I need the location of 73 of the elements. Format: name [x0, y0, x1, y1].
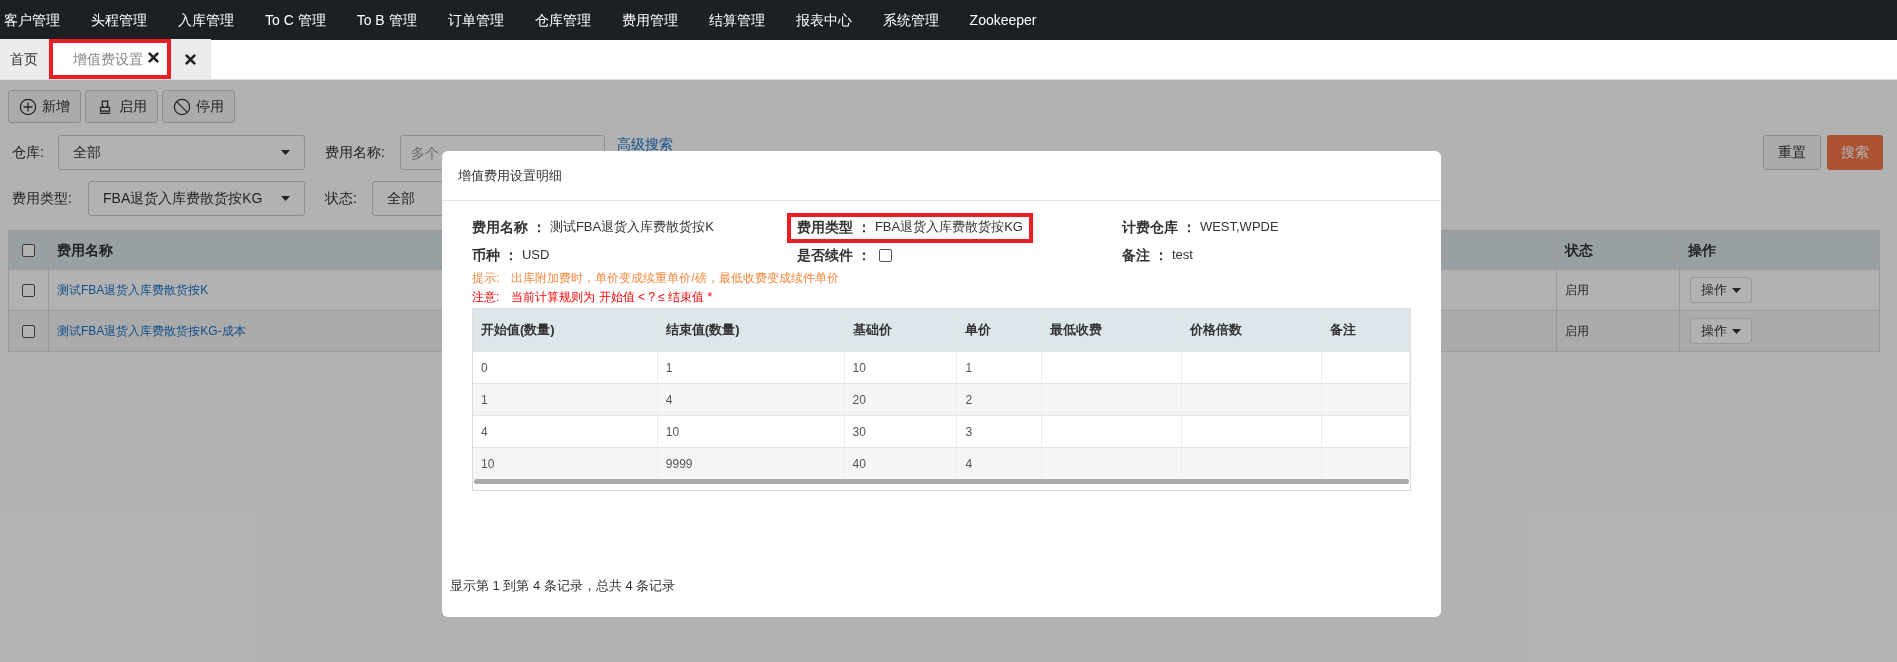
tab[interactable]: [171, 39, 211, 79]
close-icon[interactable]: [185, 53, 196, 65]
field-label: 备注 ：: [1122, 245, 1168, 265]
checkbox[interactable]: [878, 248, 892, 262]
table-cell-text: 1: [965, 359, 973, 377]
table-cell-text: 1: [665, 359, 673, 377]
checkbox[interactable]: [22, 283, 35, 297]
table-cell-text: 2: [965, 391, 973, 409]
tab[interactable]: 增值费设置: [49, 39, 171, 79]
checkbox[interactable]: [22, 324, 35, 338]
advanced-search-link[interactable]: 高级搜索: [617, 134, 673, 155]
filter-label: 仓库:: [11, 143, 45, 162]
nav-item[interactable]: 系统管理: [882, 9, 939, 31]
warehouse-select[interactable]: 全部: [58, 135, 305, 170]
toolbar-button[interactable]: 停用: [162, 90, 235, 123]
table-cell-text: 30: [852, 423, 866, 441]
table-cell-text: 10: [481, 455, 495, 473]
nav-item[interactable]: 入库管理: [178, 9, 234, 31]
nav-item[interactable]: 仓库管理: [534, 9, 591, 31]
scrollbar[interactable]: [474, 479, 1409, 484]
field-label: 是否续件 ：: [797, 245, 871, 265]
nav-item[interactable]: 头程管理: [91, 9, 147, 31]
nav-item[interactable]: 结算管理: [708, 9, 765, 31]
table-cell-text: 1: [481, 391, 488, 409]
caret-icon: [281, 150, 290, 155]
caret-icon: [1732, 328, 1741, 334]
table-cell-text: 40: [852, 455, 866, 473]
caret-icon: [1732, 287, 1741, 293]
tab[interactable]: 首页: [0, 39, 49, 79]
fee-name-link[interactable]: 测试FBA退货入库费散货按K: [57, 281, 209, 299]
nav-item[interactable]: Zookeeper: [969, 9, 1037, 31]
reset-button[interactable]: 重置: [1763, 135, 1821, 170]
toolbar-button[interactable]: 新增: [8, 90, 81, 123]
record-count: 显示第 1 到第 4 条记录，总共 4 条记录: [450, 578, 676, 593]
status-text: 启用: [1565, 282, 1589, 299]
action-dropdown[interactable]: 操作: [1690, 318, 1752, 344]
note-text: 当前计算规则为 开始值 < ? ≤ 结束值 *: [511, 289, 713, 306]
toolbar-button[interactable]: 启用: [85, 90, 158, 123]
status-text: 启用: [1565, 323, 1589, 340]
table-cell-text: 3: [965, 423, 973, 441]
field-label: 币种 ：: [472, 245, 518, 265]
prohibited-icon: [173, 97, 191, 116]
filter-label: 费用名称:: [325, 143, 386, 162]
fee-name-link[interactable]: 测试FBA退货入库费散货按KG-成本: [57, 322, 246, 340]
caret-icon: [281, 196, 290, 201]
table-cell-text: 10: [852, 359, 866, 377]
column-header: 操作: [1687, 240, 1717, 260]
table-cell-text: 4: [481, 423, 488, 441]
modal-title: 增值费用设置明细: [458, 166, 562, 185]
nav-item[interactable]: To B 管理: [356, 9, 417, 31]
plus-circle-icon: [19, 97, 37, 116]
table-cell-text: 20: [852, 391, 866, 409]
close-icon[interactable]: [148, 52, 159, 63]
field-value: test: [1171, 246, 1193, 265]
action-dropdown[interactable]: 操作: [1690, 277, 1752, 303]
checkbox[interactable]: [22, 243, 35, 257]
hint-text: 出库附加费时，单价变成续重单价/磅，最低收费变成续件单价: [511, 270, 839, 287]
field-value: USD: [521, 246, 550, 265]
note-label: 注意:: [472, 289, 500, 306]
nav-item[interactable]: To C 管理: [265, 9, 326, 31]
nav-item[interactable]: 客户管理: [4, 9, 60, 31]
nav-item[interactable]: 报表中心: [795, 9, 852, 31]
table-cell-text: 10: [665, 423, 680, 441]
hint-label: 提示:: [472, 270, 500, 287]
nav-item[interactable]: 费用管理: [621, 9, 678, 31]
table-cell-text: 9999: [665, 455, 693, 473]
table-cell-text: 0: [481, 359, 488, 377]
table-cell-text: 4: [965, 455, 973, 473]
fee-type-select[interactable]: FBA退货入库费散货按KG: [88, 181, 305, 216]
nav-item[interactable]: 订单管理: [447, 9, 504, 31]
filter-label: 状态:: [325, 189, 358, 208]
filter-label: 费用类型:: [11, 189, 73, 208]
table-cell-text: 4: [665, 391, 673, 409]
